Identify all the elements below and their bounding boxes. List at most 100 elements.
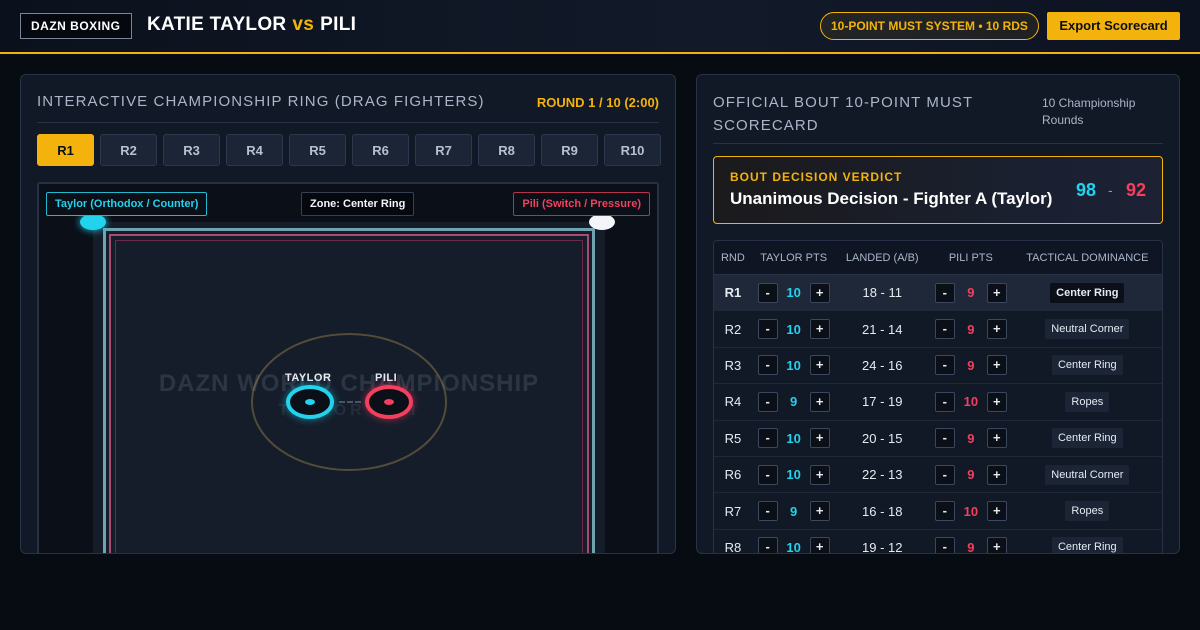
taylor-increment-button[interactable]: + — [809, 464, 830, 485]
table-row[interactable]: R1-10 +18 - 11-9 + Center Ring — [714, 275, 1162, 312]
tactical-dominance-chip[interactable]: Center Ring — [1051, 428, 1123, 449]
pili-decrement-button[interactable]: - — [934, 391, 955, 412]
taylor-increment-button[interactable]: + — [809, 537, 830, 553]
pili-increment-button[interactable]: + — [986, 282, 1007, 303]
tactical-dominance-chip[interactable]: Center Ring — [1051, 355, 1123, 376]
rounds-note: 10 Championship Rounds — [1042, 96, 1136, 127]
taylor-points-stepper: -10 + — [752, 282, 836, 303]
table-row[interactable]: R4-9 +17 - 19-10 + Ropes — [714, 384, 1162, 421]
table-row[interactable]: R7-9 +16 - 18-10 + Ropes — [714, 493, 1162, 530]
pili-increment-button[interactable]: + — [986, 391, 1007, 412]
pili-decrement-button[interactable]: - — [934, 501, 955, 522]
taylor-decrement-button[interactable]: - — [757, 537, 778, 553]
pili-points-stepper: -9 + — [929, 464, 1013, 485]
taylor-points-stepper: -9 + — [752, 391, 836, 412]
export-scorecard-button[interactable]: Export Scorecard — [1047, 12, 1180, 40]
round-cell: R2 — [724, 321, 742, 337]
header-landed: LANDED (A/B) — [845, 251, 919, 264]
pili-decrement-button[interactable]: - — [934, 355, 955, 376]
taylor-increment-button[interactable]: + — [809, 319, 830, 340]
fighter-a-label: TAYLOR — [285, 372, 332, 384]
fight-title: KATIE TAYLOR vs PILI — [147, 14, 356, 36]
pili-points-value: 10 — [963, 503, 979, 519]
pili-points-value: 9 — [967, 357, 975, 373]
landed-cell: 22 - 13 — [862, 467, 903, 483]
verdict-box: BOUT DECISION VERDICT Unanimous Decision… — [713, 156, 1163, 224]
taylor-decrement-button[interactable]: - — [757, 501, 778, 522]
taylor-points-value: 10 — [786, 285, 801, 301]
round-tab-r9[interactable]: R9 — [541, 134, 598, 166]
taylor-points-value: 9 — [790, 394, 798, 410]
tactical-dominance-chip[interactable]: Center Ring — [1051, 537, 1123, 553]
pili-decrement-button[interactable]: - — [934, 282, 955, 303]
tactical-dominance-chip[interactable]: Neutral Corner — [1045, 319, 1130, 340]
header-pili-pts: PILI PTS — [948, 251, 993, 264]
fighter-a-name: KATIE TAYLOR — [147, 14, 287, 35]
table-row[interactable]: R5-10 +20 - 15-9 + Center Ring — [714, 421, 1162, 457]
table-row[interactable]: R6-10 +22 - 13-9 + Neutral Corner — [714, 457, 1162, 494]
taylor-increment-button[interactable]: + — [809, 282, 830, 303]
round-tab-r10[interactable]: R10 — [604, 134, 661, 166]
table-row[interactable]: R8-10 +19 - 12-9 + Center Ring — [714, 530, 1162, 554]
top-bar: DAZN BOXING KATIE TAYLOR vs PILI 10-POINT … — [0, 0, 1200, 54]
table-row[interactable]: R2-10 +21 - 14-9 + Neutral Corner — [714, 311, 1162, 348]
pili-points-stepper: -9 + — [929, 319, 1013, 340]
taylor-decrement-button[interactable]: - — [757, 355, 778, 376]
ring-canvas[interactable]: DAZN WORLD CHAMPIONSHIP TAYLOR PILI TAYL… — [37, 182, 659, 553]
pili-decrement-button[interactable]: - — [934, 537, 955, 553]
total-score-b: 92 — [1126, 180, 1147, 200]
taylor-decrement-button[interactable]: - — [757, 319, 778, 340]
round-cell: R8 — [724, 539, 742, 554]
taylor-decrement-button[interactable]: - — [757, 391, 778, 412]
taylor-decrement-button[interactable]: - — [757, 282, 778, 303]
taylor-increment-button[interactable]: + — [809, 428, 830, 449]
round-tab-r1[interactable]: R1 — [37, 134, 94, 166]
pili-increment-button[interactable]: + — [986, 428, 1007, 449]
scorecard-title: OFFICIAL BOUT 10-POINT MUST SCORECARD — [713, 94, 974, 134]
fighter-a-token[interactable] — [286, 385, 334, 419]
taylor-increment-button[interactable]: + — [809, 501, 830, 522]
pili-increment-button[interactable]: + — [986, 319, 1007, 340]
taylor-stance-chip: Taylor (Orthodox / Counter) — [46, 192, 208, 216]
tactical-dominance-chip[interactable]: Ropes — [1065, 391, 1110, 412]
scoring-system-badge: 10-POINT MUST SYSTEM • 10 RDS — [820, 12, 1039, 40]
landed-cell: 20 - 15 — [862, 430, 903, 446]
round-tab-r4[interactable]: R4 — [226, 134, 283, 166]
taylor-decrement-button[interactable]: - — [757, 428, 778, 449]
table-row[interactable]: R3-10 +24 - 16-9 + Center Ring — [714, 348, 1162, 385]
pili-increment-button[interactable]: + — [986, 501, 1007, 522]
tactical-dominance-chip[interactable]: Center Ring — [1050, 282, 1125, 303]
fighter-distance-line — [339, 401, 361, 403]
round-tab-r5[interactable]: R5 — [289, 134, 346, 166]
pili-decrement-button[interactable]: - — [934, 319, 955, 340]
pili-decrement-button[interactable]: - — [934, 428, 955, 449]
round-tab-r8[interactable]: R8 — [478, 134, 535, 166]
round-tab-r6[interactable]: R6 — [352, 134, 409, 166]
round-tabs: R1 R2 R3 R4 R5 R6 R7 R8 R9 R10 — [37, 134, 661, 166]
round-tab-r2[interactable]: R2 — [100, 134, 157, 166]
taylor-points-stepper: -9 + — [752, 501, 836, 522]
blue-corner-post-icon — [80, 214, 106, 230]
tactical-dominance-chip[interactable]: Ropes — [1065, 501, 1110, 522]
taylor-points-value: 10 — [786, 321, 801, 337]
taylor-points-stepper: -10 + — [752, 537, 836, 553]
taylor-decrement-button[interactable]: - — [757, 464, 778, 485]
round-tab-r7[interactable]: R7 — [415, 134, 472, 166]
round-cell: R1 — [724, 285, 742, 301]
pili-increment-button[interactable]: + — [986, 537, 1007, 553]
round-tab-r3[interactable]: R3 — [163, 134, 220, 166]
round-cell: R4 — [724, 394, 742, 410]
round-indicator: ROUND 1 / 10 (2:00) — [536, 95, 659, 110]
pili-points-stepper: -9 + — [929, 355, 1013, 376]
white-corner-post-icon — [589, 214, 615, 230]
taylor-increment-button[interactable]: + — [809, 391, 830, 412]
pili-decrement-button[interactable]: - — [934, 464, 955, 485]
taylor-points-stepper: -10 + — [752, 319, 836, 340]
landed-cell: 18 - 11 — [862, 285, 902, 301]
pili-increment-button[interactable]: + — [986, 355, 1007, 376]
tactical-dominance-chip[interactable]: Neutral Corner — [1045, 464, 1130, 485]
fighter-b-token[interactable] — [365, 385, 413, 419]
pili-stance-chip: Pili (Switch / Pressure) — [513, 192, 650, 216]
pili-increment-button[interactable]: + — [986, 464, 1007, 485]
taylor-increment-button[interactable]: + — [809, 355, 830, 376]
